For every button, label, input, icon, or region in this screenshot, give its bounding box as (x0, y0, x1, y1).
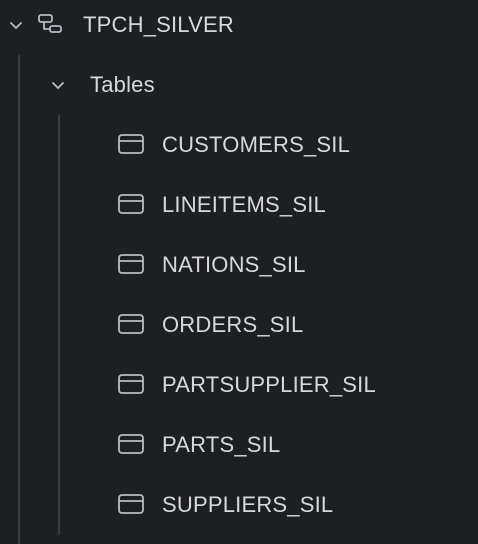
tree-item-table[interactable]: CUSTOMERS_SIL (0, 115, 478, 175)
schema-label: TPCH_SILVER (83, 12, 234, 37)
chevron-down-icon[interactable] (8, 17, 24, 33)
tree-item-table[interactable]: SUPPLIERS_SIL (0, 475, 478, 535)
tables-folder-label: Tables (90, 72, 155, 97)
table-label: NATIONS_SIL (162, 252, 306, 277)
table-label: CUSTOMERS_SIL (162, 132, 351, 157)
tree-item-table[interactable]: NATIONS_SIL (0, 235, 478, 295)
schema-icon (36, 12, 64, 38)
table-icon (117, 192, 145, 216)
table-icon (117, 312, 145, 336)
tree-item-table[interactable]: ORDERS_SIL (0, 295, 478, 355)
tree-item-tables-folder[interactable]: Tables (0, 55, 478, 115)
table-label: PARTS_SIL (162, 432, 281, 457)
table-icon (117, 492, 145, 516)
tree-item-schema[interactable]: TPCH_SILVER (0, 0, 478, 55)
table-icon (117, 132, 145, 156)
table-label: LINEITEMS_SIL (162, 192, 326, 217)
table-label: SUPPLIERS_SIL (162, 492, 334, 517)
chevron-down-icon[interactable] (50, 77, 66, 93)
table-label: ORDERS_SIL (162, 312, 304, 337)
tree-item-table[interactable]: LINEITEMS_SIL (0, 175, 478, 235)
table-icon (117, 252, 145, 276)
table-label: PARTSUPPLIER_SIL (162, 372, 376, 397)
tree-item-table[interactable]: PARTSUPPLIER_SIL (0, 355, 478, 415)
table-icon (117, 432, 145, 456)
tree-item-table[interactable]: PARTS_SIL (0, 415, 478, 475)
table-icon (117, 372, 145, 396)
